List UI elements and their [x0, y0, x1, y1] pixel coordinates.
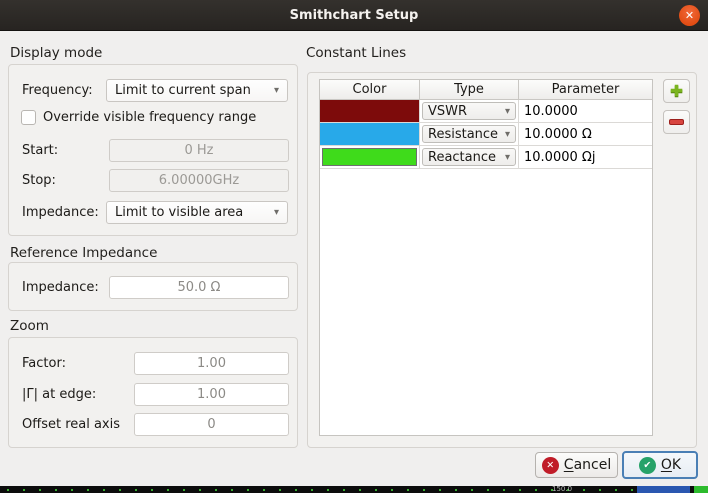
column-header-color[interactable]: Color	[320, 80, 420, 99]
color-swatch	[320, 100, 419, 122]
display-mode-group: Frequency: Limit to current span ▾ Overr…	[8, 64, 298, 236]
cancel-x-icon: ✕	[542, 457, 559, 474]
ok-button-label: OK	[661, 457, 681, 473]
frequency-label: Frequency:	[22, 79, 93, 102]
background-app-strip: 150.0	[0, 486, 708, 493]
impedance-mode-select[interactable]: Limit to visible area ▾	[106, 201, 288, 224]
chevron-down-icon: ▾	[274, 207, 279, 218]
color-swatch-cell[interactable]	[320, 100, 420, 122]
color-swatch	[320, 123, 419, 145]
gamma-at-edge-input[interactable]	[134, 383, 289, 406]
parameter-cell[interactable]: 10.0000	[519, 100, 652, 122]
type-select-value: Resistance	[428, 127, 498, 142]
ok-check-icon: ✔	[639, 457, 656, 474]
add-line-button[interactable]: ✚	[663, 79, 690, 103]
type-select[interactable]: Reactance ▾	[422, 148, 516, 166]
column-header-type[interactable]: Type	[420, 80, 519, 99]
frequency-select-value: Limit to current span	[115, 83, 251, 98]
override-frequency-label: Override visible frequency range	[43, 106, 256, 129]
close-icon: ✕	[685, 9, 694, 22]
reference-impedance-section-label: Reference Impedance	[10, 245, 157, 261]
background-blue-segment	[637, 486, 690, 493]
frequency-select[interactable]: Limit to current span ▾	[106, 79, 288, 102]
zoom-factor-input[interactable]	[134, 352, 289, 375]
reference-impedance-group: Impedance:	[8, 262, 298, 311]
chevron-down-icon: ▾	[505, 152, 510, 163]
type-cell: Reactance ▾	[420, 146, 519, 168]
impedance-mode-label: Impedance:	[22, 201, 99, 224]
reference-impedance-label: Impedance:	[22, 276, 99, 299]
background-green-segment	[694, 486, 708, 493]
offset-real-axis-label: Offset real axis	[22, 413, 120, 436]
parameter-cell[interactable]: 10.0000 Ωj	[519, 146, 652, 168]
color-swatch-cell[interactable]	[320, 123, 420, 145]
cancel-button-label: Cancel	[564, 457, 611, 473]
window-title: Smithchart Setup	[290, 8, 419, 23]
stop-label: Stop:	[22, 169, 56, 192]
type-cell: VSWR ▾	[420, 100, 519, 122]
chevron-down-icon: ▾	[505, 106, 510, 117]
minus-icon	[669, 119, 684, 125]
parameter-cell[interactable]: 10.0000 Ω	[519, 123, 652, 145]
table-row: VSWR ▾ 10.0000	[320, 100, 652, 123]
table-row: Reactance ▾ 10.0000 Ωj	[320, 146, 652, 169]
display-mode-section-label: Display mode	[10, 45, 102, 61]
table-header: Color Type Parameter	[320, 80, 652, 100]
reference-impedance-input[interactable]	[109, 276, 289, 299]
constant-lines-group: Color Type Parameter VSWR ▾ 10.0000	[307, 72, 697, 448]
zoom-group: Factor: |Γ| at edge: Offset real axis	[8, 337, 298, 448]
impedance-mode-select-value: Limit to visible area	[115, 205, 243, 220]
type-select[interactable]: VSWR ▾	[422, 102, 516, 120]
zoom-section-label: Zoom	[10, 318, 49, 334]
background-scale-text: 150.0	[552, 486, 572, 493]
column-header-parameter[interactable]: Parameter	[519, 80, 652, 99]
table-row: Resistance ▾ 10.0000 Ω	[320, 123, 652, 146]
color-swatch	[322, 148, 417, 166]
titlebar[interactable]: Smithchart Setup ✕	[0, 0, 708, 31]
constant-lines-section-label: Constant Lines	[306, 45, 406, 61]
constant-lines-table: Color Type Parameter VSWR ▾ 10.0000	[319, 79, 653, 436]
start-label: Start:	[22, 139, 58, 162]
trace-fragment	[0, 489, 708, 491]
type-select-value: VSWR	[428, 104, 467, 119]
type-select[interactable]: Resistance ▾	[422, 125, 516, 143]
offset-real-axis-input[interactable]	[134, 413, 289, 436]
chevron-down-icon: ▾	[505, 129, 510, 140]
ok-button[interactable]: ✔ OK	[622, 451, 698, 479]
smithchart-setup-dialog: Smithchart Setup ✕ Display mode Frequenc…	[0, 0, 708, 493]
gamma-at-edge-label: |Γ| at edge:	[22, 383, 96, 406]
chevron-down-icon: ▾	[274, 85, 279, 96]
plus-icon: ✚	[670, 84, 683, 99]
cancel-button[interactable]: ✕ Cancel	[535, 452, 618, 478]
zoom-factor-label: Factor:	[22, 352, 66, 375]
override-frequency-checkbox[interactable]	[21, 110, 36, 125]
type-cell: Resistance ▾	[420, 123, 519, 145]
color-swatch-cell[interactable]	[320, 146, 420, 168]
type-select-value: Reactance	[428, 150, 496, 165]
stop-input	[109, 169, 289, 192]
close-button[interactable]: ✕	[679, 5, 700, 26]
remove-line-button[interactable]	[663, 110, 690, 134]
start-input	[109, 139, 289, 162]
